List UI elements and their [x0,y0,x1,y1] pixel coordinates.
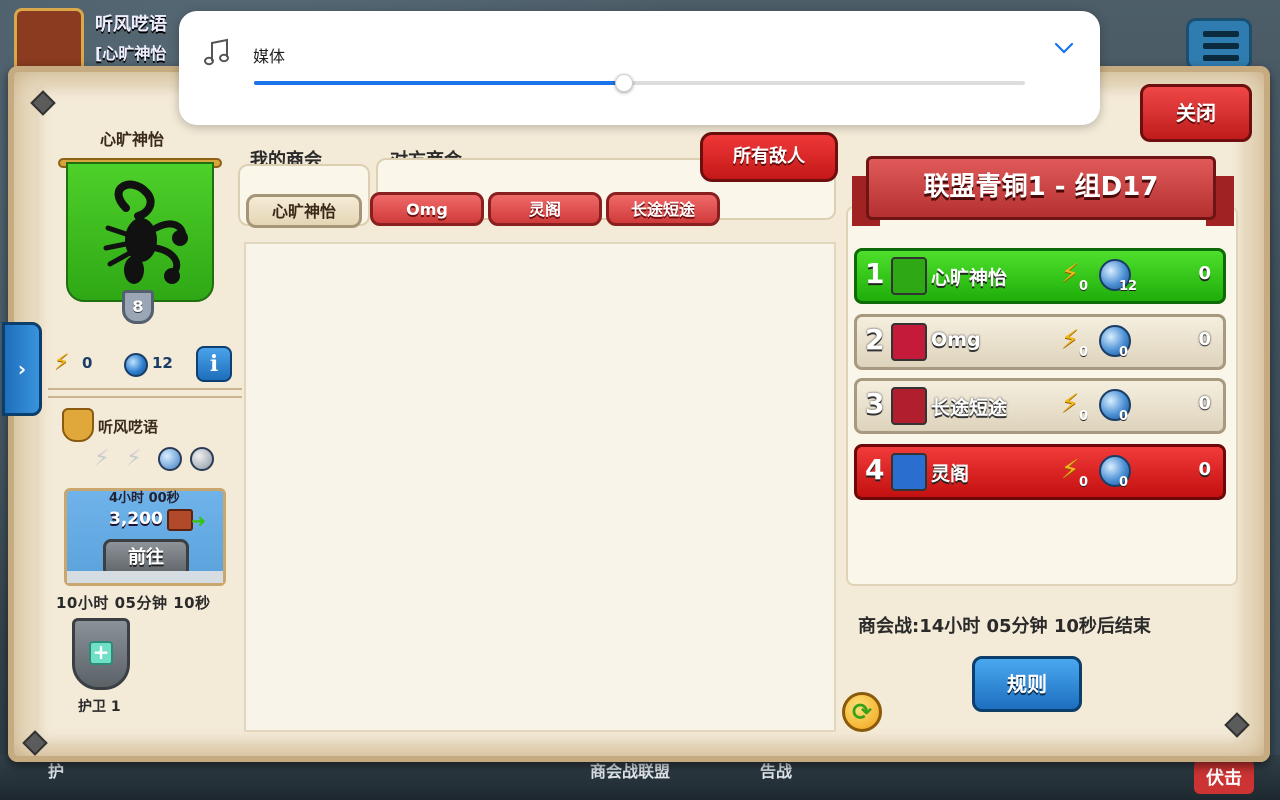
clan-pill-enemy[interactable]: Omg [370,192,484,226]
rank-number: 2 [865,323,885,356]
rank-score: 0 [1198,393,1211,414]
globe-icon [124,353,148,377]
reward-amount: 3,200 [109,509,163,529]
league-rank-row[interactable]: 2 Omg ⚡ 0 0 0 [854,314,1226,370]
league-rank-row[interactable]: 3 长途短途 ⚡ 0 0 0 [854,378,1226,434]
rank-globe-count: 0 [1119,409,1129,424]
rank-clan-name: 长途短途 [931,397,1008,419]
chevron-down-icon[interactable] [1054,41,1074,55]
rank-bolt-count: 0 [1079,279,1089,294]
bolt-count: 0 [82,354,93,372]
rank-clan-name: 灵阁 [931,463,970,485]
clan-banner [66,162,214,302]
opponent-clan[interactable]: 听风呓语 [62,408,242,444]
clan-crest-icon [891,453,927,491]
league-rank-row[interactable]: 1 心旷神怡 ⚡ 0 12 0 [854,248,1226,304]
music-note-icon [204,38,229,66]
plus-icon: + [89,641,113,665]
background-clan-title: 听风呓语 [95,14,167,35]
rank-clan-name: Omg [931,329,981,351]
clan-pill-mine[interactable]: 心旷神怡 [246,194,362,228]
side-expand-tab[interactable]: › [2,322,42,416]
rank-globe-count: 0 [1119,345,1129,360]
globe-icon [158,447,182,471]
treasure-chest-icon [167,509,193,531]
rank-score: 0 [1198,459,1211,480]
league-title: 联盟青铜1 - 组D17 [866,156,1216,220]
rank-score: 0 [1198,329,1211,350]
card-floor [67,571,223,583]
ornament-divider [48,388,242,398]
rank-bolt-count: 0 [1079,475,1089,490]
info-button[interactable]: i [196,346,232,382]
ambush-button[interactable]: 伏击 [1194,760,1254,794]
rank-bolt-count: 0 [1079,345,1089,360]
rules-button[interactable]: 规则 [972,656,1082,712]
guard-shield-button[interactable]: + [72,618,130,690]
clan-crest-icon [891,257,927,295]
reward-card: 4小时 00秒 3,200 ➜ 前往 [64,488,226,586]
lightning-icon: ⚡ [1061,389,1080,419]
refresh-icon[interactable]: ⟳ [842,692,882,732]
menu-icon[interactable] [1186,18,1252,70]
lion-crest-icon [62,408,94,442]
rank-clan-name: 心旷神怡 [931,267,1008,289]
clan-flag[interactable]: 8 [56,150,224,326]
lightning-icon: ⚡ [1061,259,1080,289]
my-clan-name: 心旷神怡 [100,130,165,149]
guard-count-label: 护卫 1 [78,699,121,715]
opponent-timer: 10小时 05分钟 10秒 [56,594,211,612]
globe-outline-icon [190,447,214,471]
media-volume-panel: 媒体 [179,11,1100,125]
volume-slider-fill [254,81,624,85]
lightning-icon: ⚡ [1061,455,1080,485]
volume-slider[interactable] [254,74,1025,92]
opponent-clan-name: 听风呓语 [98,418,159,436]
arrow-right-icon: ➜ [191,511,207,532]
clan-crest-icon [891,323,927,361]
close-button[interactable]: 关闭 [1140,84,1252,142]
rank-number: 1 [865,257,885,290]
rank-globe-count: 12 [1119,279,1138,294]
volume-slider-thumb[interactable] [615,74,633,92]
clan-pill-enemy[interactable]: 灵阁 [488,192,602,226]
background-clan-subtitle: [心旷神怡 [95,44,167,63]
rank-number: 3 [865,387,885,420]
scorpion-icon [103,180,188,284]
rank-score: 0 [1198,263,1211,284]
lightning-outline-icon: ⚡ [126,446,142,471]
clan-crest-icon [891,387,927,425]
clan-pill-enemy[interactable]: 长途短途 [606,192,720,226]
globe-count: 12 [152,354,173,372]
reward-timer: 4小时 00秒 [109,491,180,506]
clan-level-badge: 8 [122,290,154,324]
lightning-icon: ⚡ [1061,325,1080,355]
rank-globe-count: 0 [1119,475,1129,490]
lightning-outline-icon: ⚡ [94,446,110,471]
volume-label: 媒体 [253,47,286,66]
opponent-resources: ⚡ ⚡ [92,444,222,474]
league-rank-row[interactable]: 4 灵阁 ⚡ 0 0 0 [854,444,1226,500]
all-enemies-button[interactable]: 所有敌人 [700,132,838,182]
rank-number: 4 [865,453,885,486]
rank-bolt-count: 0 [1079,409,1089,424]
clan-member-list[interactable] [244,242,836,732]
war-end-timer: 商会战:14小时 05分钟 10秒后结束 [858,616,1151,637]
lightning-icon: ⚡ [54,350,70,375]
